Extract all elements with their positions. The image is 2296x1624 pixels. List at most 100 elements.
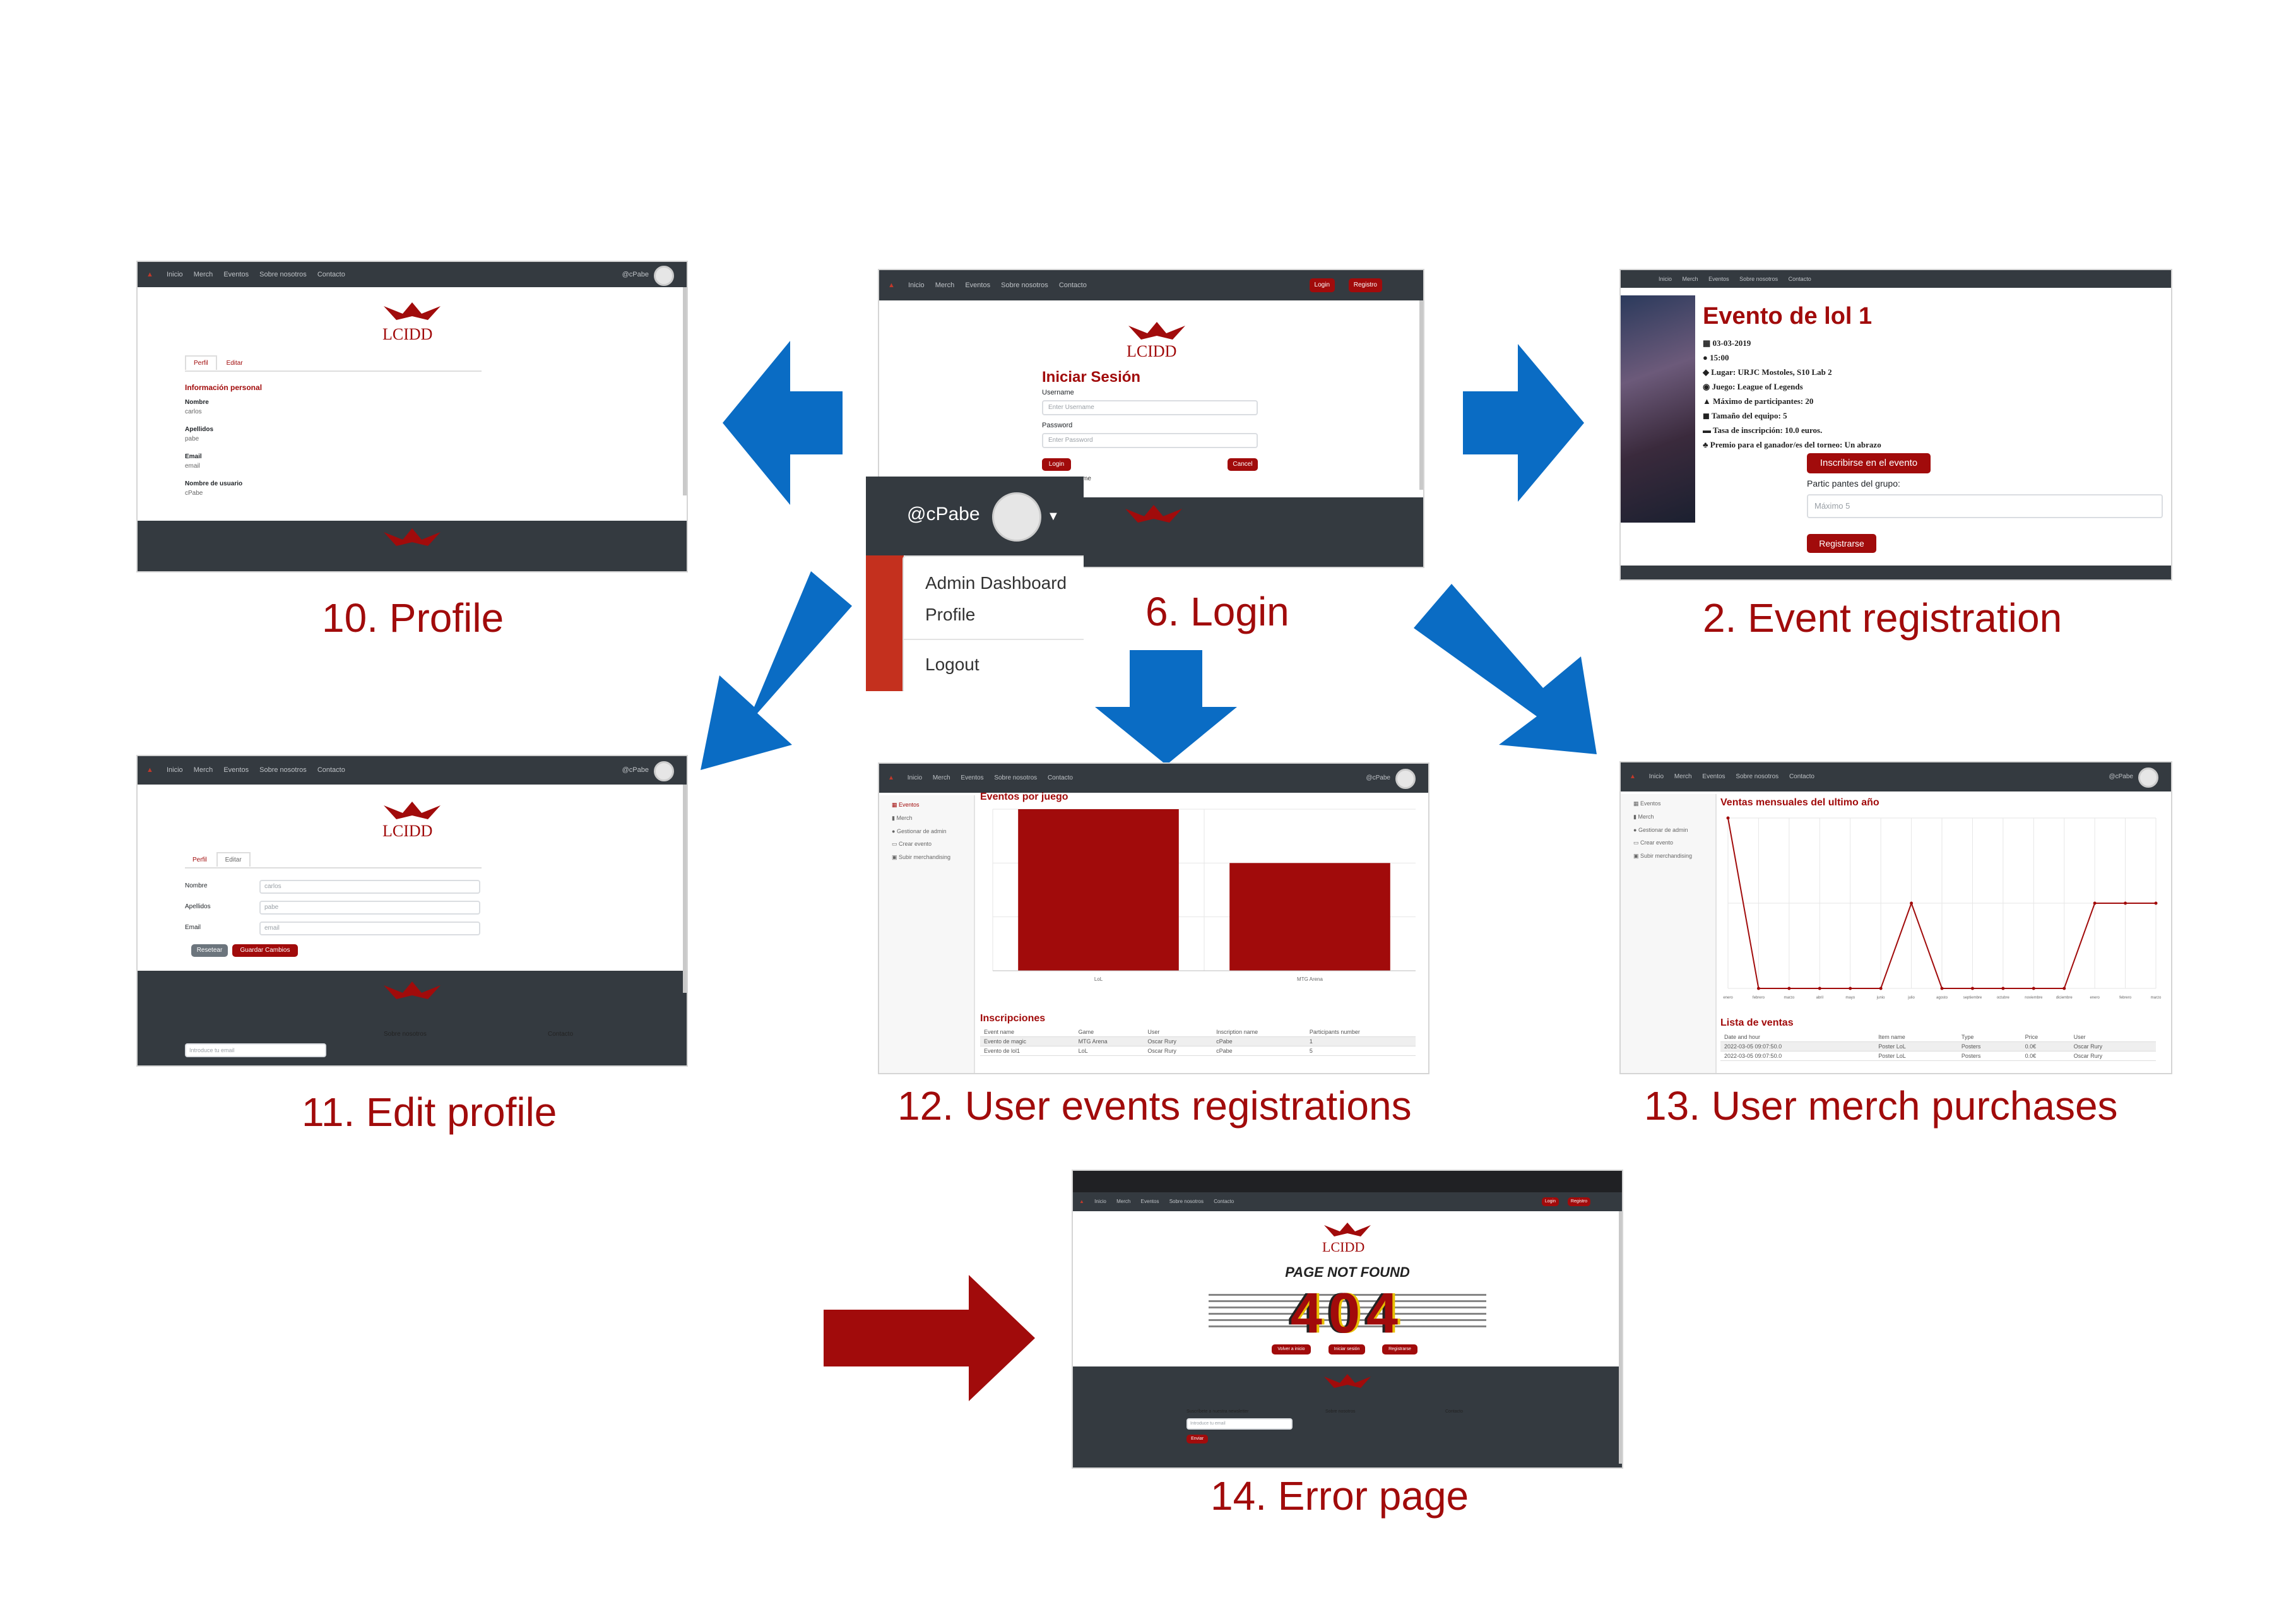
sidebar-item-crear[interactable]: ▭ Crear evento (1633, 839, 1715, 846)
nav-contacto[interactable]: Contacto (317, 766, 345, 774)
nav-eventos[interactable]: Eventos (965, 282, 990, 289)
nav-user[interactable]: @cPabe (622, 262, 649, 287)
sidebar-item-admin[interactable]: ● Gestionar de admin (892, 828, 974, 834)
reset-button[interactable]: Resetear (191, 944, 228, 957)
nav-eventos[interactable]: Eventos (223, 766, 249, 774)
scrollbar[interactable] (1419, 300, 1423, 490)
nav-user[interactable]: @cPabe (2109, 762, 2133, 791)
sidebar-item-eventos[interactable]: ▦ Eventos (892, 802, 974, 809)
enroll-button[interactable]: Inscribirse en el evento (1807, 453, 1931, 473)
chevron-down-icon[interactable]: ▼ (1047, 509, 1060, 524)
remember-text: me (1082, 475, 1091, 482)
nav-sobre[interactable]: Sobre nosotros (1739, 276, 1778, 282)
data-point (2093, 901, 2097, 905)
sidebar-item-merch[interactable]: ▮ Merch (1633, 814, 1715, 821)
tab-editar[interactable]: Editar (219, 357, 251, 370)
tab-editar[interactable]: Editar (216, 852, 251, 867)
avatar[interactable] (2138, 768, 2158, 788)
nav-inicio[interactable]: Inicio (1659, 276, 1672, 282)
nav-contacto[interactable]: Contacto (1214, 1199, 1234, 1204)
footer-logo (1324, 1374, 1371, 1388)
menu-item-logout[interactable]: Logout (925, 655, 979, 675)
sidebar-item-merch[interactable]: ▮ Merch (892, 815, 974, 822)
menu-item-admin[interactable]: Admin Dashboard (925, 573, 1067, 593)
footer-link-contact[interactable]: Contacto (548, 1031, 573, 1038)
nav-merch[interactable]: Merch (194, 271, 213, 278)
scrollbar[interactable] (683, 287, 687, 495)
nav-eventos[interactable]: Eventos (1141, 1199, 1159, 1204)
nav-merch[interactable]: Merch (1116, 1199, 1130, 1204)
nav-inicio[interactable]: Inicio (908, 774, 922, 781)
nav-login-button[interactable]: Login (1309, 278, 1335, 292)
nav-inicio[interactable]: Inicio (167, 271, 183, 278)
send-button[interactable]: Enviar (1186, 1435, 1208, 1443)
cancel-button[interactable]: Cancel (1228, 458, 1258, 471)
nav-merch[interactable]: Merch (933, 774, 950, 781)
nav-user[interactable]: @cPabe (622, 756, 649, 785)
save-button[interactable]: Guardar Cambios (232, 944, 298, 957)
nav-registro-button[interactable]: Registro (1348, 278, 1382, 292)
newsletter-input[interactable]: Introduce tu email (185, 1043, 326, 1057)
password-input[interactable]: Enter Password (1042, 433, 1258, 448)
nav-registro-button[interactable]: Registro (1567, 1197, 1590, 1206)
nav-sobre[interactable]: Sobre nosotros (259, 271, 307, 278)
footer-link-contact[interactable]: Contacto (1445, 1409, 1463, 1414)
login-button[interactable]: Login (1042, 458, 1071, 471)
apellidos-input[interactable]: pabe (259, 901, 480, 915)
nav-merch[interactable]: Merch (935, 282, 955, 289)
avatar[interactable] (654, 761, 674, 781)
nav-inicio[interactable]: Inicio (1649, 773, 1664, 780)
sidebar-item-subir[interactable]: ▣ Subir merchandising (1633, 853, 1715, 860)
register-button[interactable]: Registrarse (1807, 534, 1876, 553)
nav-eventos[interactable]: Eventos (1708, 276, 1729, 282)
nav-eventos[interactable]: Eventos (1702, 773, 1725, 780)
tab-perfil[interactable]: Perfil (185, 853, 215, 867)
sidebar-item-subir[interactable]: ▣ Subir merchandising (892, 854, 974, 861)
nav-sobre[interactable]: Sobre nosotros (1736, 773, 1778, 780)
nav-inicio[interactable]: Inicio (908, 282, 925, 289)
nav-sobre[interactable]: Sobre nosotros (1001, 282, 1048, 289)
footer-link-about[interactable]: Sobre nosotros (384, 1031, 427, 1038)
nav-sobre[interactable]: Sobre nosotros (994, 774, 1037, 781)
nav-contacto[interactable]: Contacto (1789, 773, 1814, 780)
menu-item-profile[interactable]: Profile (925, 605, 975, 625)
dropdown-username[interactable]: @cPabe (907, 504, 980, 525)
nav-user[interactable]: @cPabe (1366, 764, 1390, 793)
register-button[interactable]: Registrarse (1382, 1344, 1417, 1354)
nav-merch[interactable]: Merch (1683, 276, 1698, 282)
nav-inicio[interactable]: Inicio (1094, 1199, 1106, 1204)
sidebar-item-admin[interactable]: ● Gestionar de admin (1633, 827, 1715, 833)
nav-login-button[interactable]: Login (1541, 1197, 1559, 1206)
avatar[interactable] (992, 492, 1041, 542)
sidebar-item-crear[interactable]: ▭ Crear evento (892, 841, 974, 848)
nav-contacto[interactable]: Contacto (317, 271, 345, 278)
nombre-input[interactable]: carlos (259, 880, 480, 894)
nav-inicio[interactable]: Inicio (167, 766, 183, 774)
nav-contacto[interactable]: Contacto (1048, 774, 1073, 781)
email-input[interactable]: email (259, 922, 480, 935)
nav-contacto[interactable]: Contacto (1789, 276, 1811, 282)
avatar[interactable] (1395, 769, 1416, 789)
nav-eventos[interactable]: Eventos (223, 271, 249, 278)
nav-contacto[interactable]: Contacto (1059, 282, 1087, 289)
scrollbar[interactable] (683, 785, 687, 993)
login-button[interactable]: Iniciar sesión (1328, 1344, 1365, 1354)
navbar: ▲ Inicio Merch Eventos Sobre nosotros Co… (879, 270, 1423, 300)
sidebar-item-eventos[interactable]: ▦ Eventos (1633, 800, 1715, 807)
nav-sobre[interactable]: Sobre nosotros (1169, 1199, 1204, 1204)
footer-link-about[interactable]: Sobre nosotros (1325, 1409, 1355, 1414)
tab-perfil[interactable]: Perfil (185, 355, 217, 370)
data-point (2001, 987, 2005, 990)
scrollbar[interactable] (1619, 1211, 1622, 1464)
nav-merch[interactable]: Merch (1674, 773, 1692, 780)
nav-sobre[interactable]: Sobre nosotros (259, 766, 307, 774)
arrow-red-right-icon (824, 1275, 1035, 1401)
username-input[interactable]: Enter Username (1042, 400, 1258, 415)
home-button[interactable]: Volver a inicio (1272, 1344, 1311, 1354)
nav-merch[interactable]: Merch (194, 766, 213, 774)
newsletter-input[interactable]: Introduce tu email (1186, 1418, 1293, 1430)
group-input[interactable]: Máximo 5 (1807, 494, 2163, 518)
nav-eventos[interactable]: Eventos (961, 774, 983, 781)
avatar[interactable] (654, 266, 674, 286)
footer-logo (1125, 505, 1182, 523)
